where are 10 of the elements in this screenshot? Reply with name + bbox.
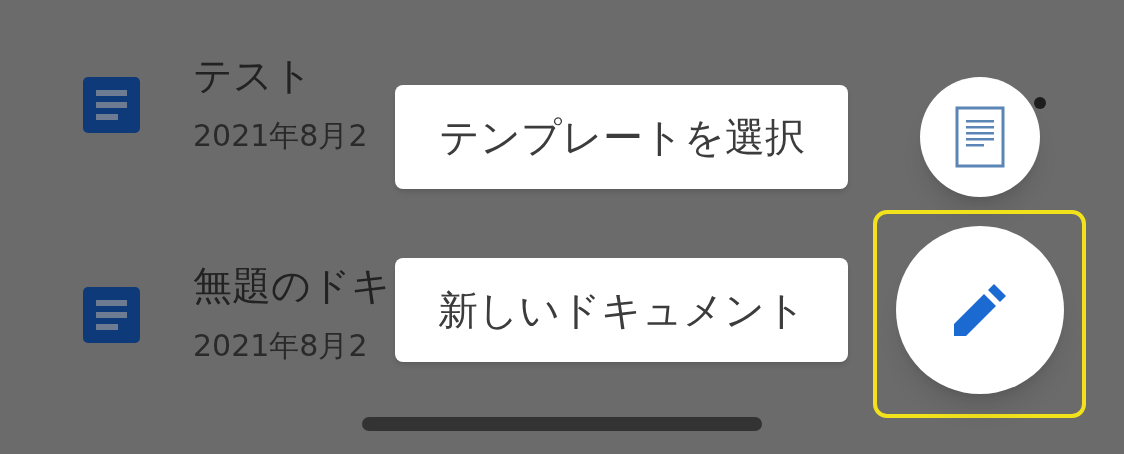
document-title: テスト bbox=[193, 52, 314, 100]
document-icon bbox=[83, 287, 140, 343]
document-icon bbox=[83, 77, 140, 133]
document-date: 2021年8月2 bbox=[193, 327, 369, 365]
document-icon bbox=[955, 106, 1005, 168]
document-title: 無題のドキ bbox=[193, 262, 391, 310]
action-label[interactable]: 新しいドキュメント bbox=[395, 258, 848, 362]
document-date: 2021年8月2 bbox=[193, 117, 368, 155]
pencil-icon bbox=[952, 282, 1008, 338]
action-label[interactable]: テンプレートを選択 bbox=[395, 85, 848, 189]
